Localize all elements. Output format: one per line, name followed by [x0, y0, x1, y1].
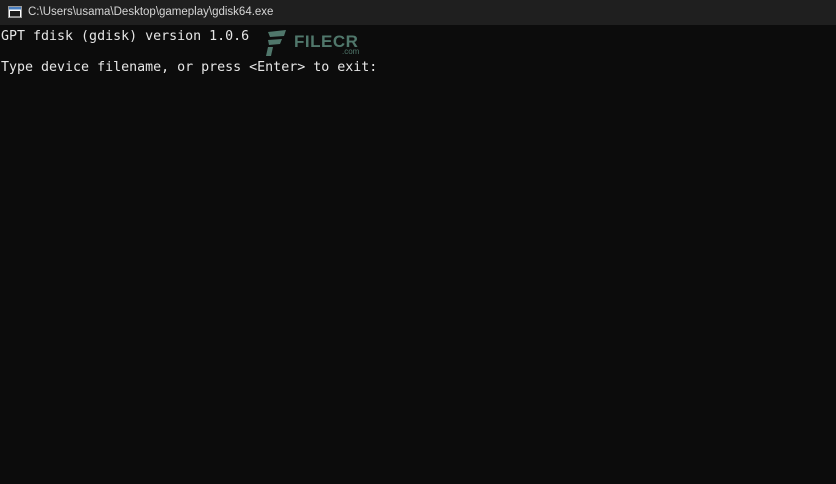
window-title: C:\Users\usama\Desktop\gameplay\gdisk64.… — [28, 6, 274, 18]
watermark-suffix: .com — [342, 47, 360, 56]
watermark-logo: FILECR .com — [262, 26, 372, 60]
watermark-f-icon — [266, 30, 286, 56]
console-line-prompt: Type device filename, or press <Enter> t… — [1, 60, 378, 75]
console-app-icon — [8, 6, 22, 18]
console-window: C:\Users\usama\Desktop\gameplay\gdisk64.… — [0, 0, 836, 484]
title-bar[interactable]: C:\Users\usama\Desktop\gameplay\gdisk64.… — [0, 0, 836, 25]
console-line-version: GPT fdisk (gdisk) version 1.0.6 — [1, 29, 250, 44]
console-output[interactable]: GPT fdisk (gdisk) version 1.0.6 Type dev… — [0, 25, 836, 484]
